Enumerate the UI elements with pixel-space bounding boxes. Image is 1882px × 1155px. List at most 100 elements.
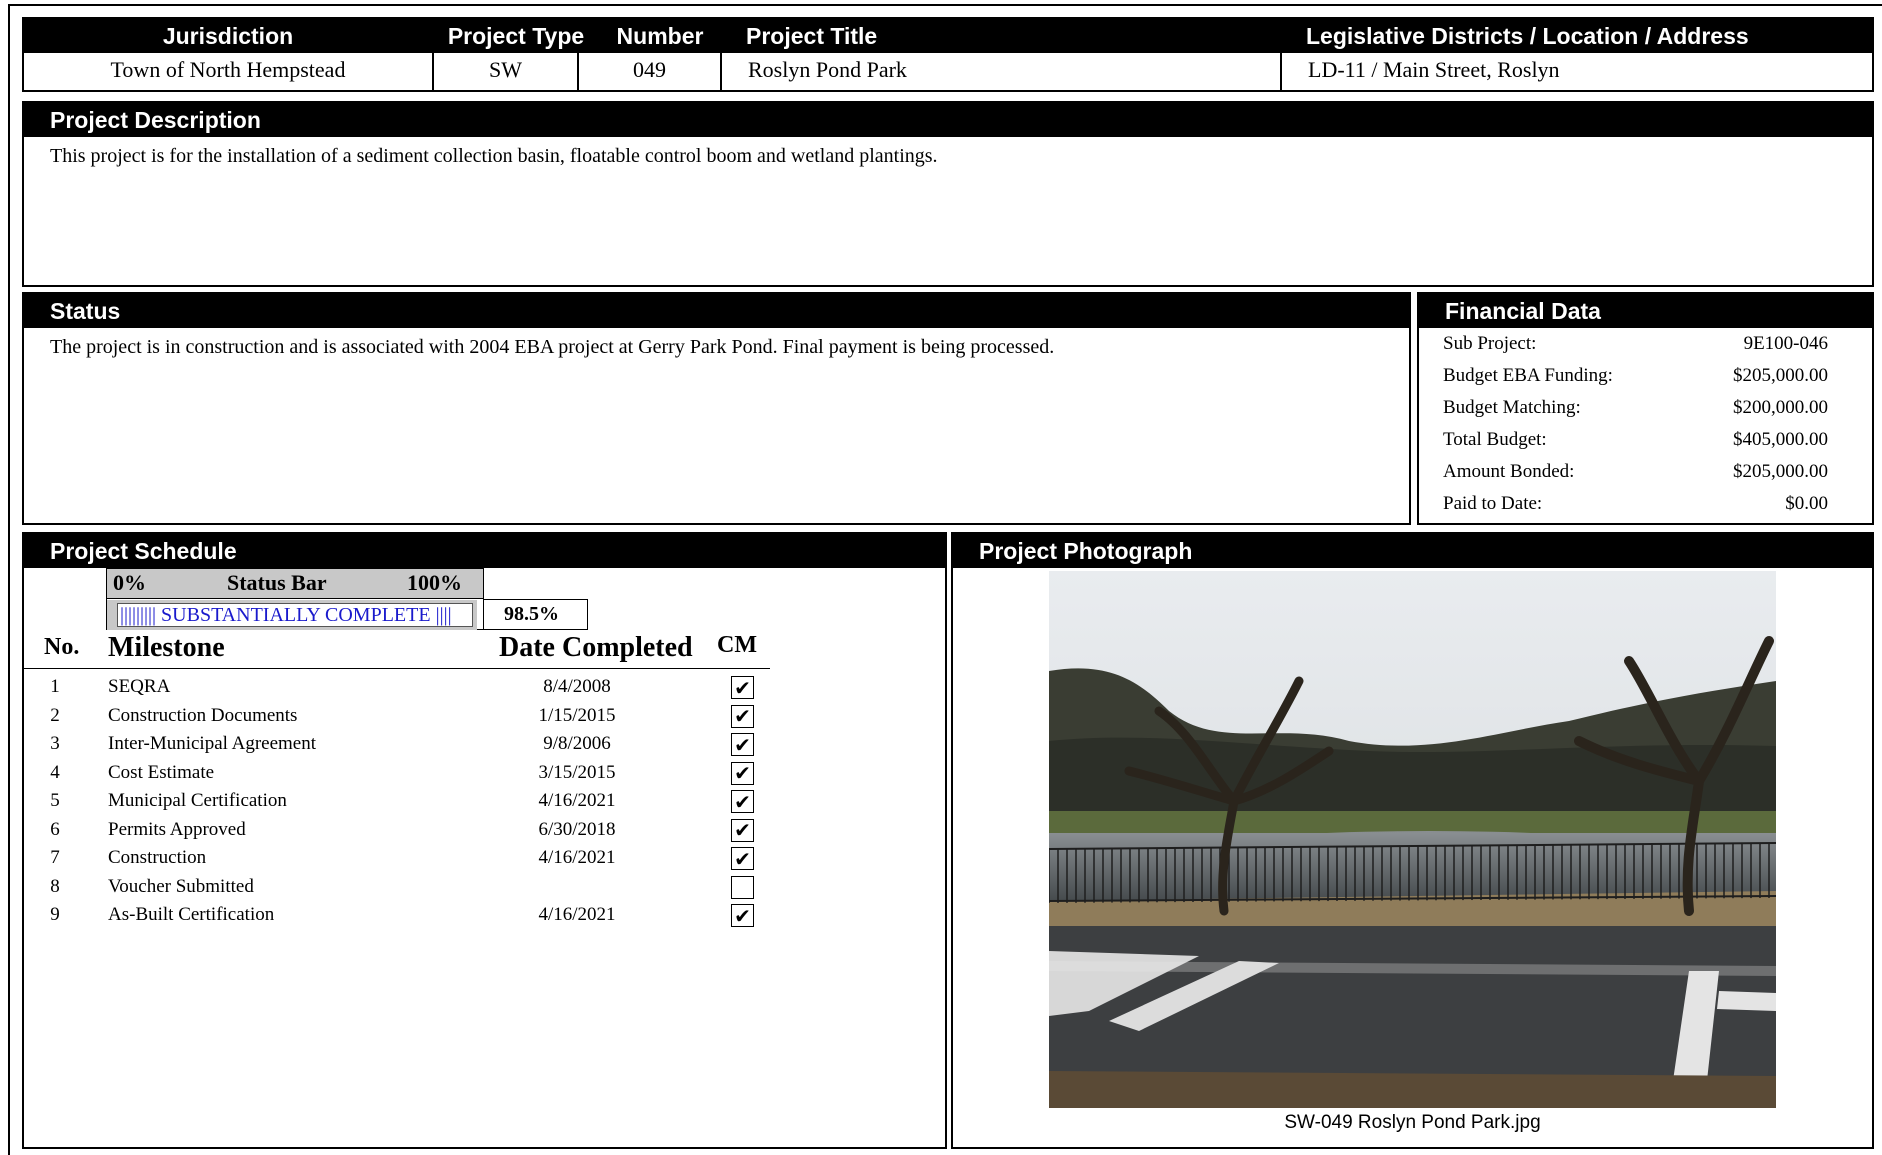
financial-row: Amount Bonded: $205,000.00 (1419, 456, 1872, 488)
project-photo (1049, 571, 1776, 1108)
project-photograph-title: Project Photograph (953, 534, 1872, 568)
milestone-date: 1/15/2015 (538, 704, 616, 726)
milestone-date: 9/8/2006 (543, 733, 611, 754)
financial-row: Paid to Date: $0.00 (1419, 488, 1872, 520)
milestone-number: 1 (50, 676, 60, 697)
status-title: Status (24, 294, 1409, 328)
milestone-date: 4/16/2021 (538, 790, 616, 811)
milestone-number: 9 (50, 904, 60, 925)
status-bar-max-label: 100% (407, 570, 462, 595)
col-cm: CM (717, 632, 757, 658)
milestone-date: 3/15/2015 (538, 761, 616, 783)
financial-label: Amount Bonded: (1443, 461, 1575, 482)
milestone-name: SEQRA (108, 676, 171, 697)
financial-label: Budget Matching: (1443, 397, 1581, 418)
financial-label: Total Budget: (1443, 429, 1547, 450)
milestone-name: Permits Approved (108, 818, 246, 840)
checkmark-icon: ✔ (734, 732, 751, 757)
milestone-number: 5 (50, 790, 60, 811)
cm-checkbox[interactable]: ✔ (731, 904, 754, 927)
milestone-row: 7 Construction 4/16/2021 ✔ (24, 844, 784, 873)
milestone-date: 6/30/2018 (538, 818, 616, 840)
milestone-row: 8 Voucher Submitted (24, 873, 784, 902)
project-header-table: Jurisdiction Project Type Number Project… (22, 17, 1874, 92)
milestone-name: Construction Documents (108, 704, 298, 726)
status-section: Status The project is in construction an… (22, 292, 1411, 525)
cm-checkbox[interactable]: ✔ (731, 761, 754, 785)
col-project-type: Project Type (447, 23, 585, 49)
financial-row: Total Budget: $405,000.00 (1419, 424, 1872, 456)
milestone-row: 4 Cost Estimate 3/15/2015 ✔ (24, 759, 784, 788)
milestone-name: Municipal Certification (108, 790, 287, 811)
project-description-section: Project Description This project is for … (22, 101, 1874, 287)
milestone-row: 2 Construction Documents 1/15/2015 ✔ (24, 702, 784, 731)
financial-value: $405,000.00 (1733, 429, 1828, 450)
status-bar-scale: 0% Status Bar 100% (107, 569, 483, 599)
milestone-name: Inter-Municipal Agreement (108, 733, 317, 754)
status-text: The project is in construction and is as… (50, 336, 1055, 358)
number-value: 049 (577, 53, 720, 90)
financial-value: $0.00 (1785, 493, 1828, 514)
col-no: No. (44, 634, 80, 660)
project-type-value: SW (432, 53, 577, 90)
milestone-name: As-Built Certification (108, 904, 275, 925)
financial-value: 9E100-046 (1743, 333, 1828, 354)
milestone-name: Construction (108, 847, 207, 868)
financial-label: Sub Project: (1443, 333, 1537, 354)
col-milestone: Milestone (108, 632, 225, 663)
milestone-number: 2 (50, 704, 60, 726)
project-description-title: Project Description (24, 103, 1872, 137)
milestone-date: 8/4/2008 (543, 676, 611, 697)
milestone-number: 4 (50, 761, 60, 783)
financial-value: $205,000.00 (1733, 461, 1828, 482)
milestone-number: 3 (50, 733, 60, 754)
checkmark-icon: ✔ (734, 761, 751, 785)
checkmark-icon: ✔ (734, 903, 751, 928)
status-bar: 0% Status Bar 100% ||||||||| SUBSTANTIAL… (106, 568, 484, 630)
cm-checkbox[interactable]: ✔ (731, 676, 754, 699)
milestone-number: 7 (50, 847, 60, 868)
milestone-table-header: No. Milestone Date Completed CM (24, 632, 770, 669)
financial-row: Sub Project: 9E100-046 (1419, 328, 1872, 360)
milestone-date: 4/16/2021 (538, 904, 616, 925)
financial-row: Budget Matching: $200,000.00 (1419, 392, 1872, 424)
status-bar-label: Status Bar (227, 570, 327, 595)
milestone-row: 6 Permits Approved 6/30/2018 ✔ (24, 816, 784, 845)
location-value: LD-11 / Main Street, Roslyn (1280, 53, 1872, 90)
milestone-name: Voucher Submitted (108, 875, 254, 897)
status-bar-fill: ||||||||| SUBSTANTIALLY COMPLETE |||| (107, 600, 478, 630)
milestone-name: Cost Estimate (108, 761, 215, 783)
checkmark-icon: ✔ (734, 818, 751, 842)
project-schedule-section: Project Schedule 0% Status Bar 100% ||||… (22, 532, 947, 1149)
cm-checkbox[interactable]: ✔ (731, 733, 754, 756)
project-title-value: Roslyn Pond Park (720, 53, 1280, 90)
cm-checkbox[interactable]: ✔ (731, 847, 754, 870)
milestone-row: 5 Municipal Certification 4/16/2021 ✔ (24, 787, 784, 816)
milestone-row: 9 As-Built Certification 4/16/2021 ✔ (24, 901, 784, 930)
cm-checkbox[interactable]: ✔ (731, 818, 754, 842)
milestone-number: 6 (50, 818, 60, 840)
col-number: Number (616, 23, 704, 49)
cm-checkbox[interactable] (731, 875, 754, 899)
col-project-title: Project Title (746, 23, 878, 49)
financial-data-section: Financial Data Sub Project: 9E100-046 Budg… (1417, 292, 1874, 525)
jurisdiction-value: Town of North Hempstead (110, 57, 346, 82)
financial-value: $205,000.00 (1733, 365, 1828, 386)
milestone-list: 1 SEQRA 8/4/2008 ✔ 2 Construction Documents 1/… (24, 673, 784, 930)
checkmark-icon: ✔ (734, 704, 751, 728)
milestone-row: 1 SEQRA 8/4/2008 ✔ (24, 673, 784, 702)
status-bar-fill-text: ||||||||| SUBSTANTIALLY COMPLETE |||| (117, 603, 474, 627)
milestone-date: 4/16/2021 (538, 847, 616, 868)
cm-checkbox[interactable]: ✔ (731, 704, 754, 728)
financial-label: Paid to Date: (1443, 493, 1543, 514)
checkmark-icon: ✔ (734, 789, 751, 814)
milestone-row: 3 Inter-Municipal Agreement 9/8/2006 ✔ (24, 730, 784, 759)
milestone-number: 8 (50, 875, 60, 897)
financial-data-title: Financial Data (1419, 294, 1872, 328)
col-location: Legislative Districts / Location / Addre… (1306, 23, 1749, 49)
status-bar-percent: 98.5% (483, 599, 588, 630)
cm-checkbox[interactable]: ✔ (731, 790, 754, 813)
col-date-completed: Date Completed (499, 632, 693, 663)
financial-label: Budget EBA Funding: (1443, 365, 1613, 386)
header-values-row: Town of North Hempstead SW 049 Roslyn Po… (24, 53, 1872, 90)
